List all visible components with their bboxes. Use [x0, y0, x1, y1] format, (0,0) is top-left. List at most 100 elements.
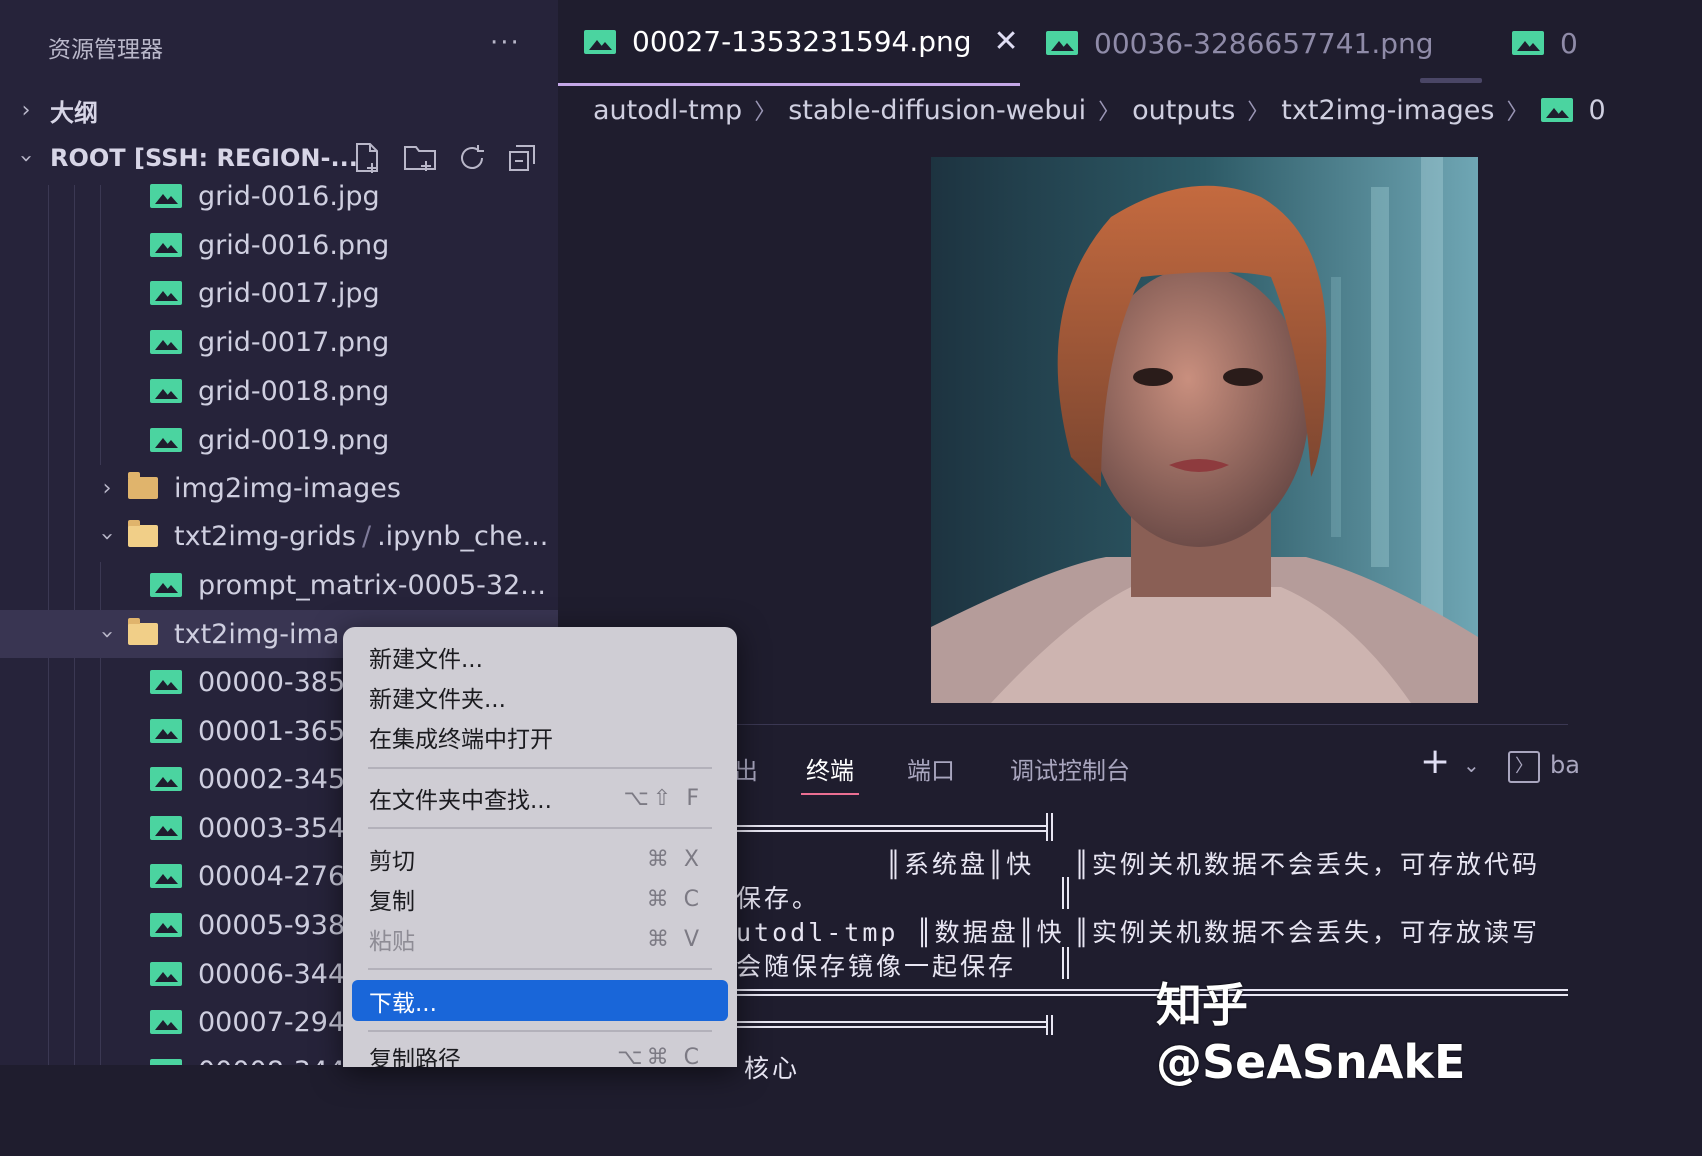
table-border [736, 825, 1048, 832]
tree-file-item[interactable]: grid-0017.jpg [0, 269, 558, 317]
tab-label: 00036-3286657741.png [1094, 26, 1434, 60]
image-file-icon [150, 719, 182, 743]
file-label: 00001-365 [198, 715, 346, 747]
menu-download[interactable]: 下载... [352, 980, 728, 1021]
menu-label: 新建文件夹... [369, 687, 506, 713]
tree-file-item[interactable]: grid-0018.png [0, 367, 558, 415]
new-folder-icon[interactable] [402, 141, 438, 175]
tree-file-item[interactable]: grid-0019.png [0, 416, 558, 464]
file-label: 00004-276 [198, 860, 346, 892]
terminal-icon[interactable]: 〉 [1508, 751, 1540, 783]
file-label: 00008-344 [198, 1056, 345, 1066]
chevron-down-icon[interactable]: ⌄ [1463, 753, 1480, 777]
close-icon[interactable]: ✕ [994, 24, 1019, 59]
terminal-line: ║实例关机数据不会丢失，可存放读写 [1074, 918, 1541, 947]
tab-output[interactable]: 出 [734, 751, 758, 786]
menu-label: 下载... [369, 990, 437, 1017]
tab-bar: 00027-1353231594.png ✕ 00036-3286657741.… [558, 0, 1578, 86]
table-border [1046, 1015, 1053, 1035]
menu-cut[interactable]: 剪切 ⌘ X [343, 839, 737, 879]
folder-label: txt2img-grids [174, 520, 356, 552]
image-file-icon [150, 573, 182, 597]
file-label: grid-0016.jpg [198, 180, 380, 212]
image-file-icon [150, 962, 182, 986]
file-prompt-matrix[interactable]: prompt_matrix-0005-32... [0, 561, 558, 609]
tab-ports[interactable]: 端口 [907, 751, 955, 786]
outline-section-header[interactable]: › 大纲 [0, 87, 558, 133]
portrait-image [931, 157, 1478, 703]
folder-txt2img-grids[interactable]: › txt2img-grids / .ipynb_che... [0, 512, 558, 560]
chevron-down-icon: › [13, 153, 39, 163]
menu-label: 粘贴 [369, 929, 415, 955]
menu-shortcut: ⌘ C [646, 886, 703, 912]
chevron-right-icon: › [21, 97, 31, 123]
menu-separator [368, 968, 712, 970]
menu-copy-path[interactable]: 复制路径 ⌥⌘ C [343, 1037, 737, 1068]
folder-img2img-images[interactable]: › img2img-images [0, 464, 558, 512]
tab-scrollbar[interactable] [1420, 78, 1482, 83]
tab-terminal[interactable]: 终端 [806, 751, 854, 786]
tree-file-item[interactable]: grid-0017.png [0, 318, 558, 366]
menu-copy[interactable]: 复制 ⌘ C [343, 879, 737, 919]
breadcrumb-item[interactable]: txt2img-images [1281, 95, 1494, 126]
file-label: 00000-385 [198, 666, 346, 698]
terminal-name[interactable]: ba [1550, 751, 1580, 779]
tab-inactive-image[interactable]: 00036-3286657741.png [1046, 0, 1434, 86]
folder-label: img2img-images [174, 472, 401, 504]
terminal-line: 核心 [744, 1054, 801, 1083]
table-border [1062, 947, 1069, 979]
breadcrumb-item[interactable]: stable-diffusion-webui [788, 95, 1086, 126]
image-file-icon [150, 1010, 182, 1034]
breadcrumb-item[interactable]: 0 [1589, 95, 1606, 126]
chevron-right-icon: 〉 [1098, 100, 1121, 125]
image-file-icon [150, 330, 182, 354]
file-label: 00005-938 [198, 909, 346, 941]
menu-separator [368, 827, 712, 829]
active-tab-underline [801, 793, 859, 795]
terminal-line: 保存。 [736, 884, 821, 913]
menu-label: 复制 [369, 889, 415, 915]
file-label: 00006-344 [198, 958, 346, 990]
table-border [1046, 813, 1053, 841]
breadcrumb-item[interactable]: outputs [1132, 95, 1235, 126]
file-label: prompt_matrix-0005-32... [198, 569, 547, 601]
path-separator: / [361, 520, 372, 552]
menu-new-file[interactable]: 新建文件... [343, 637, 737, 677]
new-terminal-plus-icon[interactable]: + [1420, 741, 1450, 782]
terminal-line: utodl-tmp ║数据盘║快 [736, 918, 1065, 947]
image-file-icon [150, 428, 182, 452]
new-file-icon[interactable] [350, 141, 384, 175]
image-file-icon [1540, 98, 1573, 122]
chevron-right-icon: › [102, 475, 112, 501]
folder-label: txt2img-ima [174, 618, 340, 650]
tab-active-image[interactable]: 00027-1353231594.png ✕ [558, 0, 1020, 86]
menu-separator [368, 767, 712, 769]
file-label: 00003-354 [198, 812, 346, 844]
menu-new-folder[interactable]: 新建文件夹... [343, 677, 737, 717]
image-preview [931, 157, 1478, 703]
menu-label: 在集成终端中打开 [369, 727, 553, 753]
tree-file-item[interactable]: grid-0016.png [0, 221, 558, 269]
breadcrumb-item[interactable]: autodl-tmp [593, 95, 742, 126]
menu-shortcut: ⌘ V [646, 926, 703, 952]
file-label: 00007-294 [198, 1006, 346, 1038]
chevron-right-icon: 〉 [1247, 100, 1270, 125]
refresh-icon[interactable] [456, 142, 488, 174]
image-file-icon [1046, 31, 1078, 55]
tab-third-image[interactable]: 0 [1512, 0, 1578, 86]
folder-sub-label: .ipynb_che... [377, 520, 549, 552]
more-actions-icon[interactable]: ··· [490, 28, 521, 58]
image-file-icon [150, 281, 182, 305]
image-file-icon [150, 670, 182, 694]
menu-open-in-terminal[interactable]: 在集成终端中打开 [343, 717, 737, 757]
breadcrumb: autodl-tmp 〉 stable-diffusion-webui 〉 ou… [558, 86, 1606, 134]
terminal-line: ║系统盘║快 [886, 850, 1035, 879]
image-file-icon [1512, 31, 1544, 55]
tree-file-item[interactable]: grid-0016.jpg [0, 172, 558, 220]
context-menu: 新建文件... 新建文件夹... 在集成终端中打开 在文件夹中查找... ⌥⇧ F… [343, 627, 737, 1067]
collapse-all-icon[interactable] [506, 142, 538, 174]
menu-label: 在文件夹中查找... [369, 788, 552, 814]
file-label: grid-0019.png [198, 424, 390, 456]
tab-debug-console[interactable]: 调试控制台 [1010, 751, 1130, 786]
menu-find-in-folder[interactable]: 在文件夹中查找... ⌥⇧ F [343, 778, 737, 818]
